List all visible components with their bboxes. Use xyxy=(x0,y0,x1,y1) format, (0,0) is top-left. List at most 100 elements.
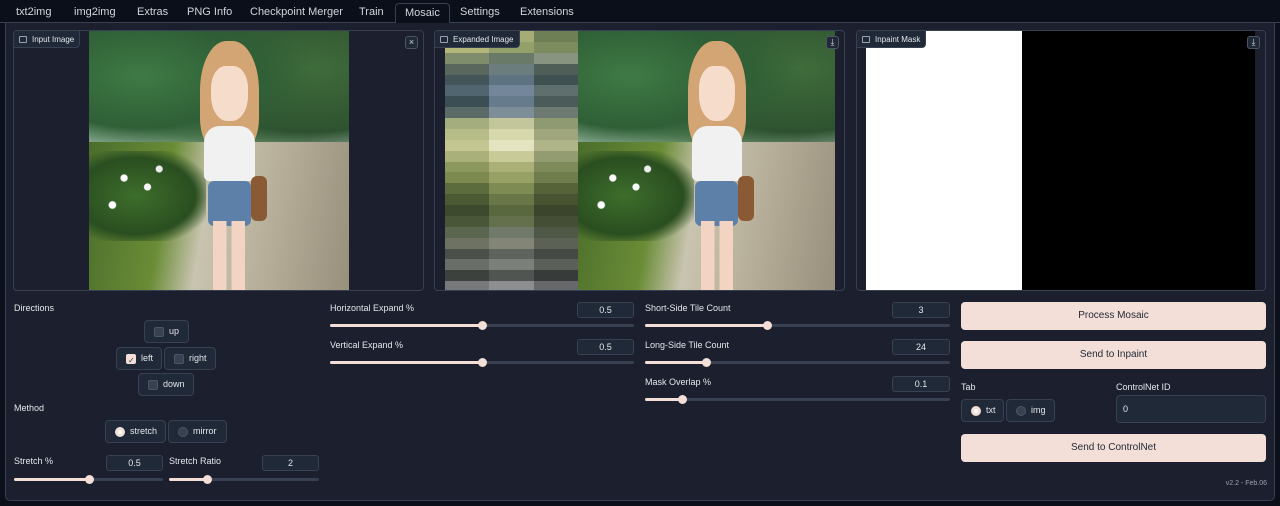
horizontal-expand-slider[interactable] xyxy=(330,321,634,330)
mosaic-tile xyxy=(489,248,534,260)
tab-mosaic[interactable]: Mosaic xyxy=(395,3,450,24)
slider-handle[interactable] xyxy=(677,395,687,404)
mosaic-tile xyxy=(533,118,578,129)
mosaic-tile xyxy=(533,259,578,271)
mosaic-tile xyxy=(533,281,578,290)
checkbox-icon xyxy=(148,380,158,390)
tab-txt2img[interactable]: txt2img xyxy=(12,3,55,23)
stretch-pct-label: Stretch % xyxy=(14,456,54,466)
tab-checkpoint-merger[interactable]: Checkpoint Merger xyxy=(246,3,347,23)
slider-handle[interactable] xyxy=(478,358,487,367)
mosaic-tile xyxy=(489,281,534,290)
download-icon[interactable]: ⤓ xyxy=(826,36,839,49)
slider-fill xyxy=(14,478,89,481)
mosaic-tile xyxy=(489,183,534,195)
expanded-image-box[interactable]: Expanded Image ⤓ xyxy=(434,30,845,291)
mosaic-tile xyxy=(533,183,578,195)
mosaic-tile xyxy=(533,107,578,118)
image-icon xyxy=(862,36,870,43)
mosaic-tile xyxy=(445,270,490,282)
direction-up-checkbox[interactable]: up xyxy=(144,320,189,343)
direction-right-checkbox[interactable]: right xyxy=(164,347,216,370)
long-side-tile-label: Long-Side Tile Count xyxy=(645,340,730,350)
slider-handle[interactable] xyxy=(84,475,94,484)
controlnet-id-label: ControlNet ID xyxy=(1116,382,1171,392)
mosaic-tile xyxy=(489,270,534,282)
mosaic-tile xyxy=(533,74,578,86)
long-side-tile-slider[interactable] xyxy=(645,358,950,367)
directions-label: Directions xyxy=(14,303,55,313)
short-side-tile-slider[interactable] xyxy=(645,321,950,330)
mosaic-tile xyxy=(489,205,534,216)
image-icon xyxy=(19,36,27,43)
long-side-tile-input[interactable]: 24 xyxy=(892,339,950,355)
tab-img2img[interactable]: img2img xyxy=(70,3,120,23)
tab-img-radio[interactable]: img xyxy=(1006,399,1055,422)
stretch-ratio-slider[interactable] xyxy=(169,475,319,484)
method-stretch-radio[interactable]: stretch xyxy=(105,420,166,443)
controlnet-id-input[interactable]: 0 xyxy=(1116,395,1266,423)
download-icon[interactable]: ⤓ xyxy=(1247,36,1260,49)
send-to-inpaint-button[interactable]: Send to Inpaint xyxy=(961,341,1266,369)
mosaic-tile xyxy=(445,52,490,64)
inpaint-mask-label: Inpaint Mask xyxy=(857,31,927,48)
direction-left-checkbox[interactable]: left xyxy=(116,347,162,371)
mosaic-tile xyxy=(445,172,490,184)
input-image-box[interactable]: Input Image × xyxy=(13,30,424,291)
slider-fill xyxy=(645,361,706,364)
mosaic-tile xyxy=(489,74,534,86)
slider-fill xyxy=(330,361,482,364)
tab-png-info[interactable]: PNG Info xyxy=(183,3,236,23)
mosaic-tile xyxy=(445,183,490,195)
mosaic-tile xyxy=(533,270,578,282)
mask-overlap-slider[interactable] xyxy=(645,395,950,404)
slider-handle[interactable] xyxy=(202,475,212,484)
mosaic-tile xyxy=(489,128,534,140)
tab-txt-radio[interactable]: txt xyxy=(961,399,1004,422)
tab-extras[interactable]: Extras xyxy=(133,3,172,23)
slider-handle[interactable] xyxy=(763,321,772,330)
expanded-image xyxy=(445,31,835,290)
slider-handle[interactable] xyxy=(478,321,487,330)
stretch-ratio-input[interactable]: 2 xyxy=(262,455,319,471)
method-mirror-radio[interactable]: mirror xyxy=(168,420,227,443)
send-to-controlnet-button[interactable]: Send to ControlNet xyxy=(961,434,1266,462)
mosaic-tile xyxy=(445,118,490,129)
mosaic-tile xyxy=(445,128,490,140)
mosaic-tile xyxy=(533,63,578,75)
mosaic-tile xyxy=(489,194,534,205)
mosaic-tile xyxy=(489,52,534,64)
mosaic-tile xyxy=(489,107,534,118)
direction-down-checkbox[interactable]: down xyxy=(138,373,194,396)
mosaic-tile xyxy=(445,161,490,173)
mask-overlap-input[interactable]: 0.1 xyxy=(892,376,950,392)
horizontal-expand-input[interactable]: 0.5 xyxy=(577,302,634,318)
short-side-tile-input[interactable]: 3 xyxy=(892,302,950,318)
mosaic-tile xyxy=(445,150,490,162)
mosaic-tile xyxy=(489,96,534,108)
tab-bar: txt2img img2img Extras PNG Info Checkpoi… xyxy=(0,0,1280,24)
slider-fill xyxy=(330,324,482,327)
inpaint-mask-box[interactable]: Inpaint Mask ⤓ xyxy=(856,30,1266,291)
close-icon[interactable]: × xyxy=(405,36,418,49)
vertical-expand-input[interactable]: 0.5 xyxy=(577,339,634,355)
mosaic-tiles xyxy=(445,31,578,290)
stretch-pct-slider[interactable] xyxy=(14,475,163,484)
mosaic-tile xyxy=(489,118,534,129)
tab-extensions[interactable]: Extensions xyxy=(516,3,578,23)
mosaic-tile xyxy=(533,172,578,184)
mosaic-tile xyxy=(489,139,534,151)
short-side-tile-label: Short-Side Tile Count xyxy=(645,303,731,313)
mosaic-tile xyxy=(489,215,534,227)
mosaic-tile xyxy=(489,161,534,173)
process-mosaic-button[interactable]: Process Mosaic xyxy=(961,302,1266,330)
mosaic-tile xyxy=(533,52,578,64)
tab-settings[interactable]: Settings xyxy=(456,3,504,23)
vertical-expand-slider[interactable] xyxy=(330,358,634,367)
stretch-pct-input[interactable]: 0.5 xyxy=(106,455,163,471)
slider-handle[interactable] xyxy=(702,358,711,367)
tab-select-label: Tab xyxy=(961,382,976,392)
radio-icon xyxy=(115,427,125,437)
vertical-expand-label: Vertical Expand % xyxy=(330,340,404,350)
tab-train[interactable]: Train xyxy=(355,3,388,23)
